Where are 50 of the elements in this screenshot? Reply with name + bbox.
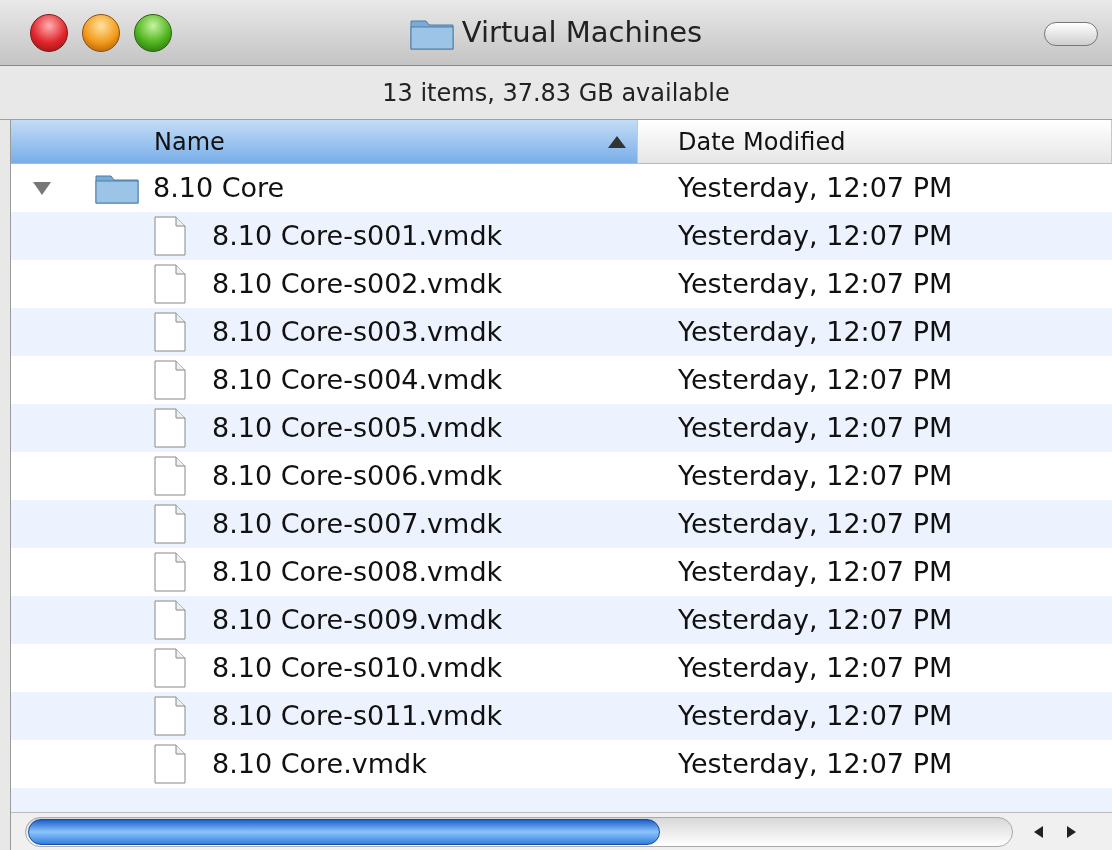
document-icon: [154, 504, 186, 544]
file-name[interactable]: 8.10 Core: [153, 167, 285, 209]
file-name[interactable]: 8.10 Core-s002.vmdk: [212, 263, 503, 305]
document-icon: [154, 648, 186, 688]
close-button[interactable]: [30, 13, 68, 52]
document-icon: [154, 216, 186, 256]
date-modified: Yesterday, 12:07 PM: [678, 410, 953, 445]
date-modified: Yesterday, 12:07 PM: [678, 314, 953, 349]
date-modified: Yesterday, 12:07 PM: [678, 362, 953, 397]
horizontal-scrollbar[interactable]: [25, 816, 1013, 847]
document-icon: [154, 456, 186, 496]
toolbar-toggle-button[interactable]: [1044, 22, 1098, 46]
document-icon: [154, 264, 186, 304]
zoom-button[interactable]: [134, 13, 172, 52]
file-name[interactable]: 8.10 Core-s008.vmdk: [212, 551, 503, 593]
document-icon: [154, 552, 186, 592]
date-modified: Yesterday, 12:07 PM: [678, 602, 953, 637]
file-name[interactable]: 8.10 Core-s005.vmdk: [212, 407, 503, 449]
file-name[interactable]: 8.10 Core-s011.vmdk: [212, 695, 503, 737]
document-icon: [154, 744, 186, 784]
date-modified: Yesterday, 12:07 PM: [678, 554, 953, 589]
file-name[interactable]: 8.10 Core-s007.vmdk: [212, 503, 503, 545]
file-name[interactable]: 8.10 Core-s004.vmdk: [212, 359, 503, 401]
status-text: 13 items, 37.83 GB available: [382, 77, 730, 109]
disclosure-triangle-icon[interactable]: [31, 179, 53, 197]
date-modified: Yesterday, 12:07 PM: [678, 746, 953, 781]
date-modified: Yesterday, 12:07 PM: [678, 458, 953, 493]
file-name[interactable]: 8.10 Core-s003.vmdk: [212, 311, 503, 353]
document-icon: [154, 312, 186, 352]
file-name[interactable]: 8.10 Core.vmdk: [212, 743, 427, 785]
file-name[interactable]: 8.10 Core-s006.vmdk: [212, 455, 503, 497]
date-modified: Yesterday, 12:07 PM: [678, 266, 953, 301]
file-name[interactable]: 8.10 Core-s009.vmdk: [212, 599, 503, 641]
document-icon: [154, 600, 186, 640]
minimize-button[interactable]: [82, 13, 120, 52]
window-title: Virtual Machines: [461, 14, 703, 52]
date-modified: Yesterday, 12:07 PM: [678, 698, 953, 733]
document-icon: [154, 696, 186, 736]
date-modified: Yesterday, 12:07 PM: [678, 506, 953, 541]
column-header[interactable]: Name: [11, 120, 638, 163]
file-name[interactable]: 8.10 Core-s001.vmdk: [212, 215, 503, 257]
document-icon: [154, 360, 186, 400]
scroll-thumb[interactable]: [28, 818, 660, 845]
folder-icon: [95, 172, 139, 204]
date-modified: Yesterday, 12:07 PM: [678, 650, 953, 685]
date-modified: Yesterday, 12:07 PM: [678, 170, 953, 205]
date-modified: Yesterday, 12:07 PM: [678, 218, 953, 253]
file-name[interactable]: 8.10 Core-s010.vmdk: [212, 647, 503, 689]
document-icon: [154, 408, 186, 448]
column-header[interactable]: Date Modified: [638, 120, 1112, 163]
